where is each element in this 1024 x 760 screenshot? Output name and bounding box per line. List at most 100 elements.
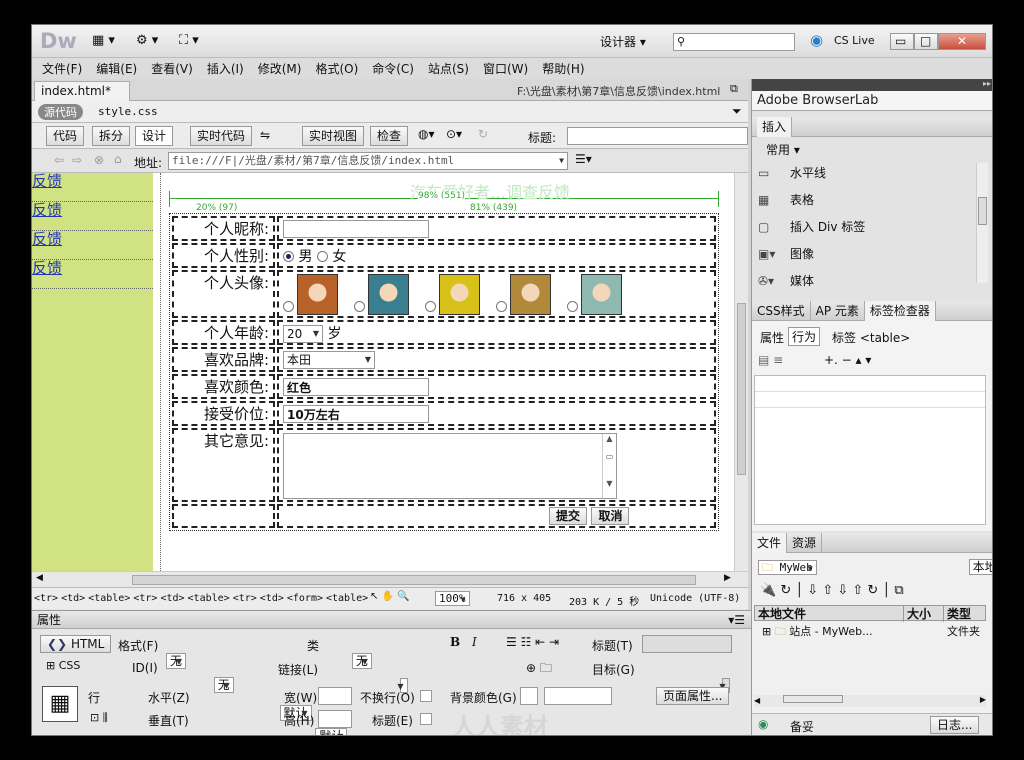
title-attr-input[interactable] — [642, 635, 732, 653]
menu-item-9[interactable]: 帮助(H) — [542, 60, 584, 77]
behaviors-list[interactable] — [754, 375, 986, 525]
title-input[interactable] — [567, 127, 748, 145]
cslive-button[interactable]: CS Live — [834, 34, 875, 47]
canvas-hscrollbar[interactable]: ◀ ▶ — [32, 571, 748, 587]
frames-header[interactable]: 框架 — [752, 735, 993, 736]
avatar-radio[interactable] — [496, 301, 507, 312]
bgcolor-input[interactable] — [544, 687, 612, 705]
menu-item-3[interactable]: 插入(I) — [207, 60, 244, 77]
point-to-file-icon[interactable]: ⊕ 🗀 — [526, 659, 552, 680]
maximize-button[interactable]: □ — [914, 33, 938, 50]
bold-button[interactable]: B — [450, 635, 460, 649]
tag-crumb[interactable]: <tr> — [133, 593, 157, 604]
css-panel-tab[interactable]: AP 元素 — [811, 301, 865, 321]
view-options-icon[interactable]: ☰▾ — [575, 152, 592, 166]
refresh-icon[interactable]: ↻ — [478, 127, 488, 141]
tag-crumb[interactable]: <td> — [260, 593, 284, 604]
id-select[interactable]: 无 — [213, 677, 234, 693]
add-behavior-icon[interactable]: +. − ▴ ▾ — [824, 353, 871, 367]
code-view-button[interactable]: 代码 — [46, 126, 85, 146]
col-size[interactable]: 大小 — [903, 604, 943, 622]
textarea-scrollbar[interactable]: ▲ ▭ ▼ — [602, 434, 616, 498]
forward-icon[interactable]: ⇨ — [72, 153, 82, 167]
search-input[interactable]: ⚲ — [673, 33, 795, 51]
insert-category-select[interactable]: 常用 ▾ — [766, 141, 800, 158]
minimize-button[interactable]: ▭ — [890, 33, 914, 50]
files-tab[interactable]: 文件 — [752, 533, 788, 553]
comment-textarea[interactable]: ▲ ▭ ▼ — [283, 433, 617, 499]
layout-icon[interactable]: ▦ ▾ — [92, 33, 115, 48]
page-properties-button[interactable]: 页面属性... — [656, 687, 730, 705]
gear-icon[interactable]: ⚙ ▾ — [136, 33, 158, 48]
behaviors-tab[interactable]: 行为 — [788, 327, 821, 346]
female-radio[interactable] — [316, 251, 328, 262]
color-input[interactable]: 红色 — [283, 377, 429, 396]
assets-tab[interactable]: 资源 — [787, 533, 823, 553]
nav-link[interactable]: 反馈 — [32, 202, 153, 231]
menu-item-1[interactable]: 编辑(E) — [96, 60, 137, 77]
tag-crumb[interactable]: <form> — [287, 593, 323, 604]
nickname-input[interactable] — [283, 219, 429, 238]
insert-item[interactable]: ▭ 水平线 — [758, 163, 968, 190]
menu-item-8[interactable]: 窗口(W) — [483, 60, 528, 77]
tag-crumb[interactable]: <td> — [160, 593, 184, 604]
source-code-button[interactable]: 源代码 — [38, 104, 83, 120]
format-select[interactable]: 无 — [166, 653, 187, 669]
zoom-select[interactable]: 100% — [435, 591, 470, 606]
globe-icon[interactable]: ◍▾ — [418, 127, 435, 141]
avatar-radio[interactable] — [567, 301, 578, 312]
list-icons[interactable]: ☰ ☷ ⇤ ⇥ — [506, 635, 559, 649]
scroll-right-icon[interactable]: ▶ — [724, 573, 731, 583]
menu-item-4[interactable]: 修改(M) — [258, 60, 302, 77]
site-row[interactable]: ⊞ 🗀 站点 - MyWeb... 文件夹 — [754, 623, 986, 639]
tag-crumb[interactable]: <table> — [326, 593, 368, 604]
width-input[interactable] — [318, 687, 352, 705]
close-button[interactable]: ✕ — [938, 33, 986, 50]
list-view-icon[interactable]: ▤ ≡ — [758, 353, 783, 367]
files-toolbar-icons[interactable]: 🔌 ↻ │ ⇩ ⇧ ⇩ ⇧ ↻ │ ⧉ — [760, 583, 904, 598]
visual-aids-icon[interactable]: ⊙▾ — [446, 127, 462, 141]
expand-icon[interactable]: ⊞ — [762, 625, 771, 638]
height-input[interactable] — [318, 710, 352, 728]
insert-header[interactable]: 插入 — [752, 117, 992, 137]
vert-select[interactable]: 默认 — [315, 728, 348, 735]
address-input[interactable]: file:///F|/光盘/素材/第7章/信息反馈/index.html — [168, 152, 568, 170]
avatar-radio[interactable] — [425, 301, 436, 312]
hscroll-thumb[interactable] — [132, 575, 696, 585]
menu-item-5[interactable]: 格式(O) — [315, 60, 358, 77]
nav-link[interactable]: 反馈 — [32, 231, 153, 260]
inspect-button[interactable]: 检查 — [370, 126, 409, 146]
site-select[interactable]: 🗀 MyWeb — [758, 560, 817, 575]
html-mode-button[interactable]: ❮❯ HTML — [40, 635, 112, 653]
window-size[interactable]: 716 x 405 — [497, 593, 551, 604]
css-file-link[interactable]: style.css — [98, 105, 158, 118]
nav-link[interactable]: 反馈 — [32, 173, 153, 202]
filter-icon[interactable]: ⏷ — [732, 104, 742, 119]
vscroll-thumb[interactable] — [737, 303, 746, 475]
col-local-files[interactable]: 本地文件 — [755, 605, 903, 622]
tag-crumb[interactable]: <td> — [61, 593, 85, 604]
panel-menu-icon[interactable]: ▾☰ — [728, 611, 745, 629]
log-button[interactable]: 日志... — [930, 716, 980, 734]
avatar-radio[interactable] — [283, 301, 294, 312]
stop-icon[interactable]: ⊗ — [94, 153, 104, 167]
male-radio[interactable] — [283, 251, 294, 262]
back-icon[interactable]: ⇦ — [54, 153, 64, 167]
header-checkbox[interactable] — [420, 713, 432, 725]
files-hscroll[interactable]: ◀ ▶ — [754, 695, 986, 707]
tag-crumb[interactable]: <table> — [88, 593, 130, 604]
browserlab-header[interactable]: Adobe BrowserLab — [752, 91, 992, 111]
inspect-toggle-icon[interactable]: ⇋ — [260, 128, 270, 142]
insert-item[interactable]: ✇▾ 媒体 — [758, 271, 968, 298]
menu-item-0[interactable]: 文件(F) — [42, 60, 82, 77]
col-type[interactable]: 类型 — [943, 604, 971, 622]
live-view-button[interactable]: 实时视图 — [302, 126, 365, 146]
css-mode-button[interactable]: ⊞ CSS — [46, 659, 80, 672]
split-view-button[interactable]: 拆分 — [92, 126, 131, 146]
bgcolor-swatch[interactable] — [520, 687, 538, 705]
css-panel-tab[interactable]: 标签检查器 — [864, 301, 936, 321]
nowrap-checkbox[interactable] — [420, 690, 432, 702]
scroll-left-icon[interactable]: ◀ — [36, 573, 43, 583]
insert-item[interactable]: ▢ 插入 Div 标签 — [758, 217, 968, 244]
menu-item-7[interactable]: 站点(S) — [428, 60, 469, 77]
